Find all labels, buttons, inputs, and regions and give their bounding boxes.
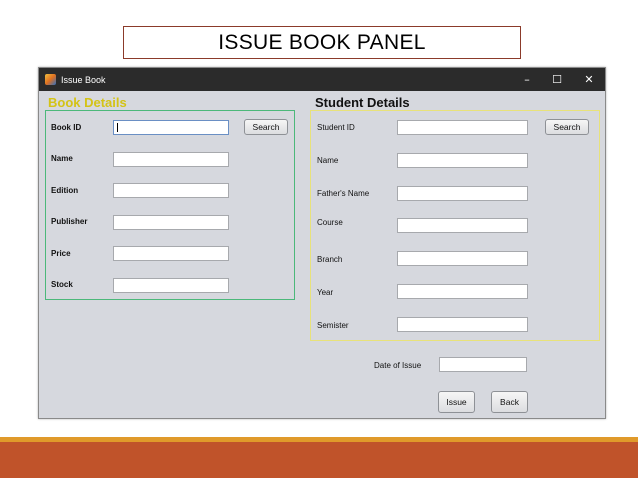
window-titlebar: Issue Book – ☐ ✕ [39,68,605,91]
back-button[interactable]: Back [491,391,528,413]
book-details-panel [45,110,295,300]
book-edition-field[interactable] [113,183,229,198]
course-field[interactable] [397,218,528,233]
text-caret [117,123,118,132]
student-name-label: Name [317,156,339,165]
close-icon[interactable]: ✕ [575,68,603,91]
book-name-label: Name [51,154,73,163]
window-title: Issue Book [61,74,106,85]
student-name-field[interactable] [397,153,528,168]
java-app-icon [45,74,56,85]
year-field[interactable] [397,284,528,299]
book-publisher-field[interactable] [113,215,229,230]
book-publisher-label: Publisher [51,217,88,226]
book-price-field[interactable] [113,246,229,261]
slide-title: ISSUE BOOK PANEL [123,26,521,59]
maximize-icon[interactable]: ☐ [543,68,571,91]
book-edition-label: Edition [51,186,79,195]
year-label: Year [317,288,334,297]
fathers-name-label: Father's Name [317,189,370,198]
slide: ISSUE BOOK PANEL Issue Book – ☐ ✕ Book D… [0,0,638,478]
branch-label: Branch [317,255,343,264]
book-search-button[interactable]: Search [244,119,288,135]
book-id-field[interactable] [113,120,229,135]
student-details-heading: Student Details [315,95,410,110]
student-id-label: Student ID [317,123,355,132]
date-of-issue-field[interactable] [439,357,527,372]
semister-field[interactable] [397,317,528,332]
book-id-label: Book ID [51,123,82,132]
book-name-field[interactable] [113,152,229,167]
fathers-name-field[interactable] [397,186,528,201]
issue-button[interactable]: Issue [438,391,475,413]
course-label: Course [317,218,343,227]
student-id-field[interactable] [397,120,528,135]
book-stock-field[interactable] [113,278,229,293]
book-stock-label: Stock [51,280,73,289]
issue-book-window: Issue Book – ☐ ✕ Book Details Book ID Se… [38,67,606,419]
footer-bar [0,442,638,478]
student-search-button[interactable]: Search [545,119,589,135]
book-details-heading: Book Details [48,95,127,110]
minimize-icon[interactable]: – [513,68,541,91]
date-of-issue-label: Date of Issue [374,361,422,370]
branch-field[interactable] [397,251,528,266]
semister-label: Semister [317,321,349,330]
book-price-label: Price [51,249,71,258]
